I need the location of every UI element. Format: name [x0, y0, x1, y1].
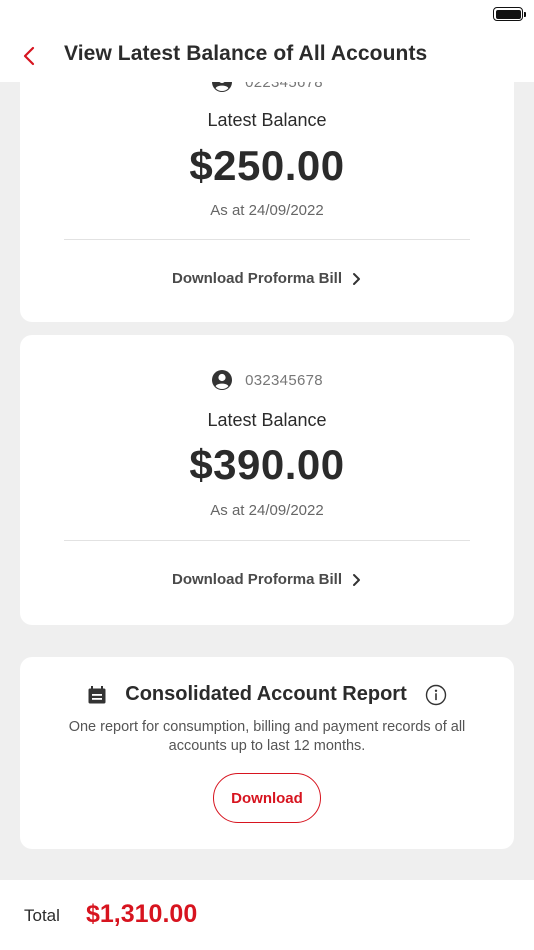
account-card: 032345678 Latest Balance $390.00 As at 2…	[20, 335, 514, 625]
report-header: Consolidated Account Report	[20, 683, 514, 710]
chevron-right-icon	[353, 272, 360, 285]
download-proforma-bill-link[interactable]: Download Proforma Bill	[20, 270, 514, 288]
account-number-row: 032345678	[20, 368, 514, 392]
latest-balance-label: Latest Balance	[207, 410, 327, 430]
download-report-button[interactable]: Download	[213, 773, 321, 823]
download-proforma-bill-label: Download Proforma Bill	[171, 571, 342, 588]
calendar-icon	[88, 685, 106, 703]
total-amount: $1,310.00	[86, 900, 198, 928]
user-icon	[212, 370, 233, 390]
as-at-date: As at 24/09/2022	[210, 202, 324, 219]
balance-amount: $250.00	[189, 142, 345, 189]
back-button[interactable]	[14, 40, 46, 72]
consolidated-report-card: Consolidated Account Report One report f…	[20, 657, 514, 849]
chevron-left-icon	[23, 46, 35, 66]
total-footer: Total $1,310.00	[0, 880, 534, 950]
latest-balance-label: Latest Balance	[207, 110, 327, 130]
balance-amount: $390.00	[189, 441, 345, 488]
accounts-list[interactable]: 022345678 Latest Balance $250.00 As at 2…	[0, 82, 534, 880]
report-description: One report for consumption, billing and …	[68, 719, 466, 754]
as-at-date: As at 24/09/2022	[210, 502, 324, 519]
chevron-right-icon	[353, 573, 360, 586]
account-number: 032345678	[245, 371, 323, 389]
divider	[64, 239, 470, 240]
status-bar	[0, 0, 534, 30]
download-proforma-bill-link[interactable]: Download Proforma Bill	[20, 571, 514, 589]
total-label: Total	[24, 906, 60, 925]
account-number: 022345678	[245, 82, 323, 91]
download-proforma-bill-label: Download Proforma Bill	[171, 270, 342, 287]
divider	[64, 540, 470, 541]
account-card: 022345678 Latest Balance $250.00 As at 2…	[20, 82, 514, 322]
app-header: View Latest Balance of All Accounts	[0, 30, 534, 82]
info-icon[interactable]	[425, 684, 447, 706]
account-number-row: 022345678	[20, 82, 514, 94]
battery-icon	[493, 7, 526, 21]
page-title: View Latest Balance of All Accounts	[64, 42, 428, 65]
report-title: Consolidated Account Report	[125, 683, 407, 705]
user-icon	[212, 82, 233, 92]
